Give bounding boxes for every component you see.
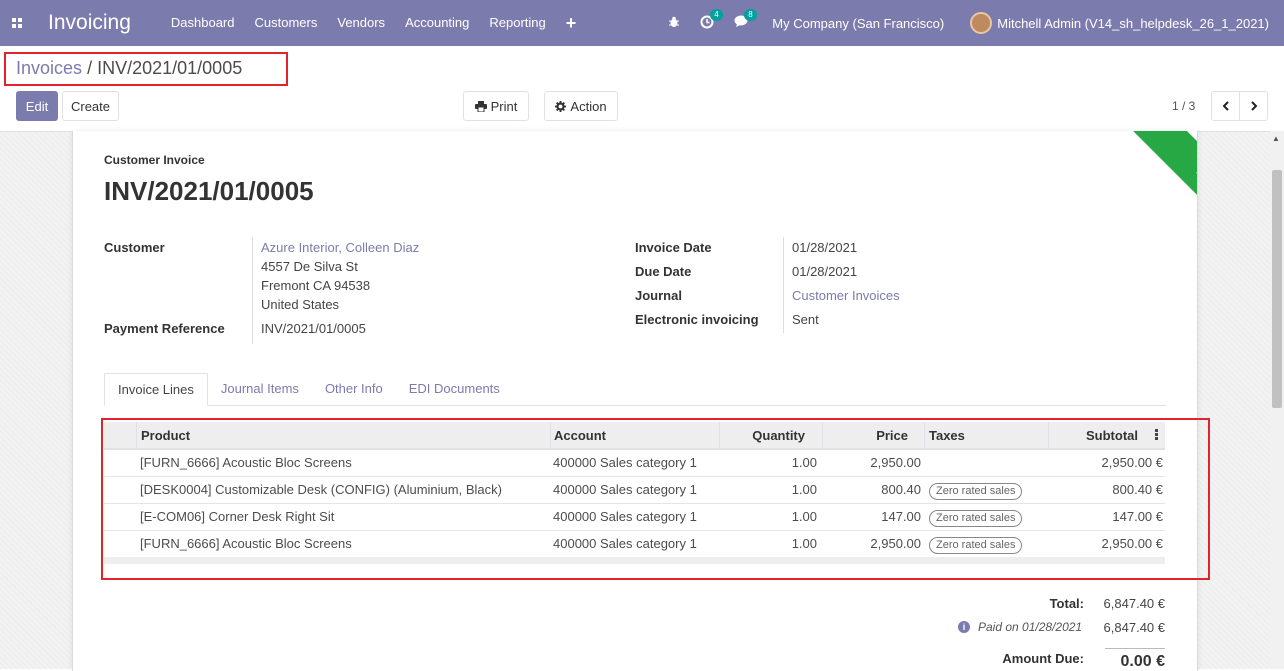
company-switcher[interactable]: My Company (San Francisco) — [772, 16, 944, 31]
paid-ribbon: PAID — [1126, 131, 1197, 267]
scroll-up-icon[interactable]: ▲ — [1272, 134, 1280, 143]
payment-reference-value: INV/2021/01/0005 — [261, 321, 366, 336]
address-line-2: Fremont CA 94538 — [261, 278, 371, 293]
plus-icon[interactable]: + — [556, 0, 587, 46]
tab-edi-documents[interactable]: EDI Documents — [396, 373, 513, 406]
payment-reference-label: Payment Reference — [104, 321, 225, 336]
paid-amount: 6,847.40 € — [1103, 620, 1165, 635]
invoice-number: INV/2021/01/0005 — [104, 176, 314, 206]
journal-link[interactable]: Customer Invoices — [792, 288, 900, 303]
tab-invoice-lines[interactable]: Invoice Lines — [104, 373, 208, 406]
app-brand[interactable]: Invoicing — [48, 11, 131, 35]
menu-accounting[interactable]: Accounting — [395, 0, 479, 46]
pager-next-button[interactable] — [1239, 91, 1268, 121]
print-icon — [474, 100, 487, 112]
activity-badge: 4 — [710, 8, 723, 21]
address-line-1: 4557 De Silva St — [261, 259, 358, 274]
customer-label: Customer — [104, 240, 165, 255]
electronic-invoicing-value: Sent — [792, 312, 819, 327]
user-menu[interactable]: Mitchell Admin (V14_sh_helpdesk_26_1_202… — [997, 16, 1269, 31]
pager-value[interactable]: 1 / 3 — [1172, 99, 1195, 113]
electronic-invoicing-label: Electronic invoicing — [635, 312, 759, 327]
gear-icon — [555, 100, 567, 112]
due-date-value: 01/28/2021 — [792, 264, 858, 279]
customer-link[interactable]: Azure Interior, Colleen Diaz — [261, 240, 419, 255]
menu-vendors[interactable]: Vendors — [327, 0, 395, 46]
total-label: Total: — [1049, 596, 1084, 611]
print-label: Print — [490, 98, 518, 114]
menu-reporting[interactable]: Reporting — [479, 0, 555, 46]
create-button[interactable]: Create — [62, 91, 119, 121]
paid-on-note: Paid on 01/28/2021 — [978, 620, 1083, 634]
chevron-left-icon — [1222, 101, 1229, 111]
breadcrumb-highlight — [4, 52, 288, 86]
due-date-label: Due Date — [635, 264, 692, 279]
amount-due-divider — [1105, 648, 1165, 649]
invoice-date-value: 01/28/2021 — [792, 240, 858, 255]
chevron-right-icon — [1250, 101, 1257, 111]
main-menu: Dashboard Customers Vendors Accounting R… — [161, 0, 586, 46]
action-button[interactable]: Action — [544, 91, 618, 121]
notebook-tabs: Invoice Lines Journal Items Other Info E… — [104, 373, 513, 406]
chat-icon[interactable]: 8 — [734, 9, 757, 31]
tab-other-info[interactable]: Other Info — [312, 373, 396, 406]
activity-clock-icon[interactable]: 4 — [700, 8, 723, 32]
journal-label: Journal — [635, 288, 682, 303]
menu-customers[interactable]: Customers — [245, 0, 328, 46]
bug-icon[interactable] — [668, 15, 680, 31]
info-icon[interactable]: i — [958, 621, 970, 633]
field-separator — [252, 237, 253, 344]
apps-menu-icon[interactable] — [0, 0, 34, 46]
print-button[interactable]: Print — [463, 91, 529, 121]
total-value: 6,847.40 € — [1103, 596, 1165, 611]
top-navbar: Invoicing Dashboard Customers Vendors Ac… — [0, 0, 1284, 46]
pager-previous-button[interactable] — [1211, 91, 1240, 121]
action-label: Action — [570, 98, 607, 114]
invoice-date-label: Invoice Date — [635, 240, 712, 255]
edit-button[interactable]: Edit — [16, 91, 58, 121]
menu-dashboard[interactable]: Dashboard — [161, 0, 245, 46]
message-badge: 8 — [744, 9, 757, 21]
navbar-systray: 4 8 My Company (San Francisco) Mitchell … — [658, 0, 1284, 46]
amount-due-value: 0.00 € — [1120, 653, 1165, 670]
avatar[interactable] — [970, 12, 993, 34]
tab-journal-items[interactable]: Journal Items — [208, 373, 312, 406]
scrollbar-thumb[interactable] — [1272, 170, 1282, 408]
amount-due-label: Amount Due: — [1002, 651, 1084, 666]
lines-highlight — [101, 418, 1210, 580]
address-line-3: United States — [261, 297, 340, 312]
field-separator — [783, 237, 784, 333]
document-type: Customer Invoice — [104, 153, 205, 167]
